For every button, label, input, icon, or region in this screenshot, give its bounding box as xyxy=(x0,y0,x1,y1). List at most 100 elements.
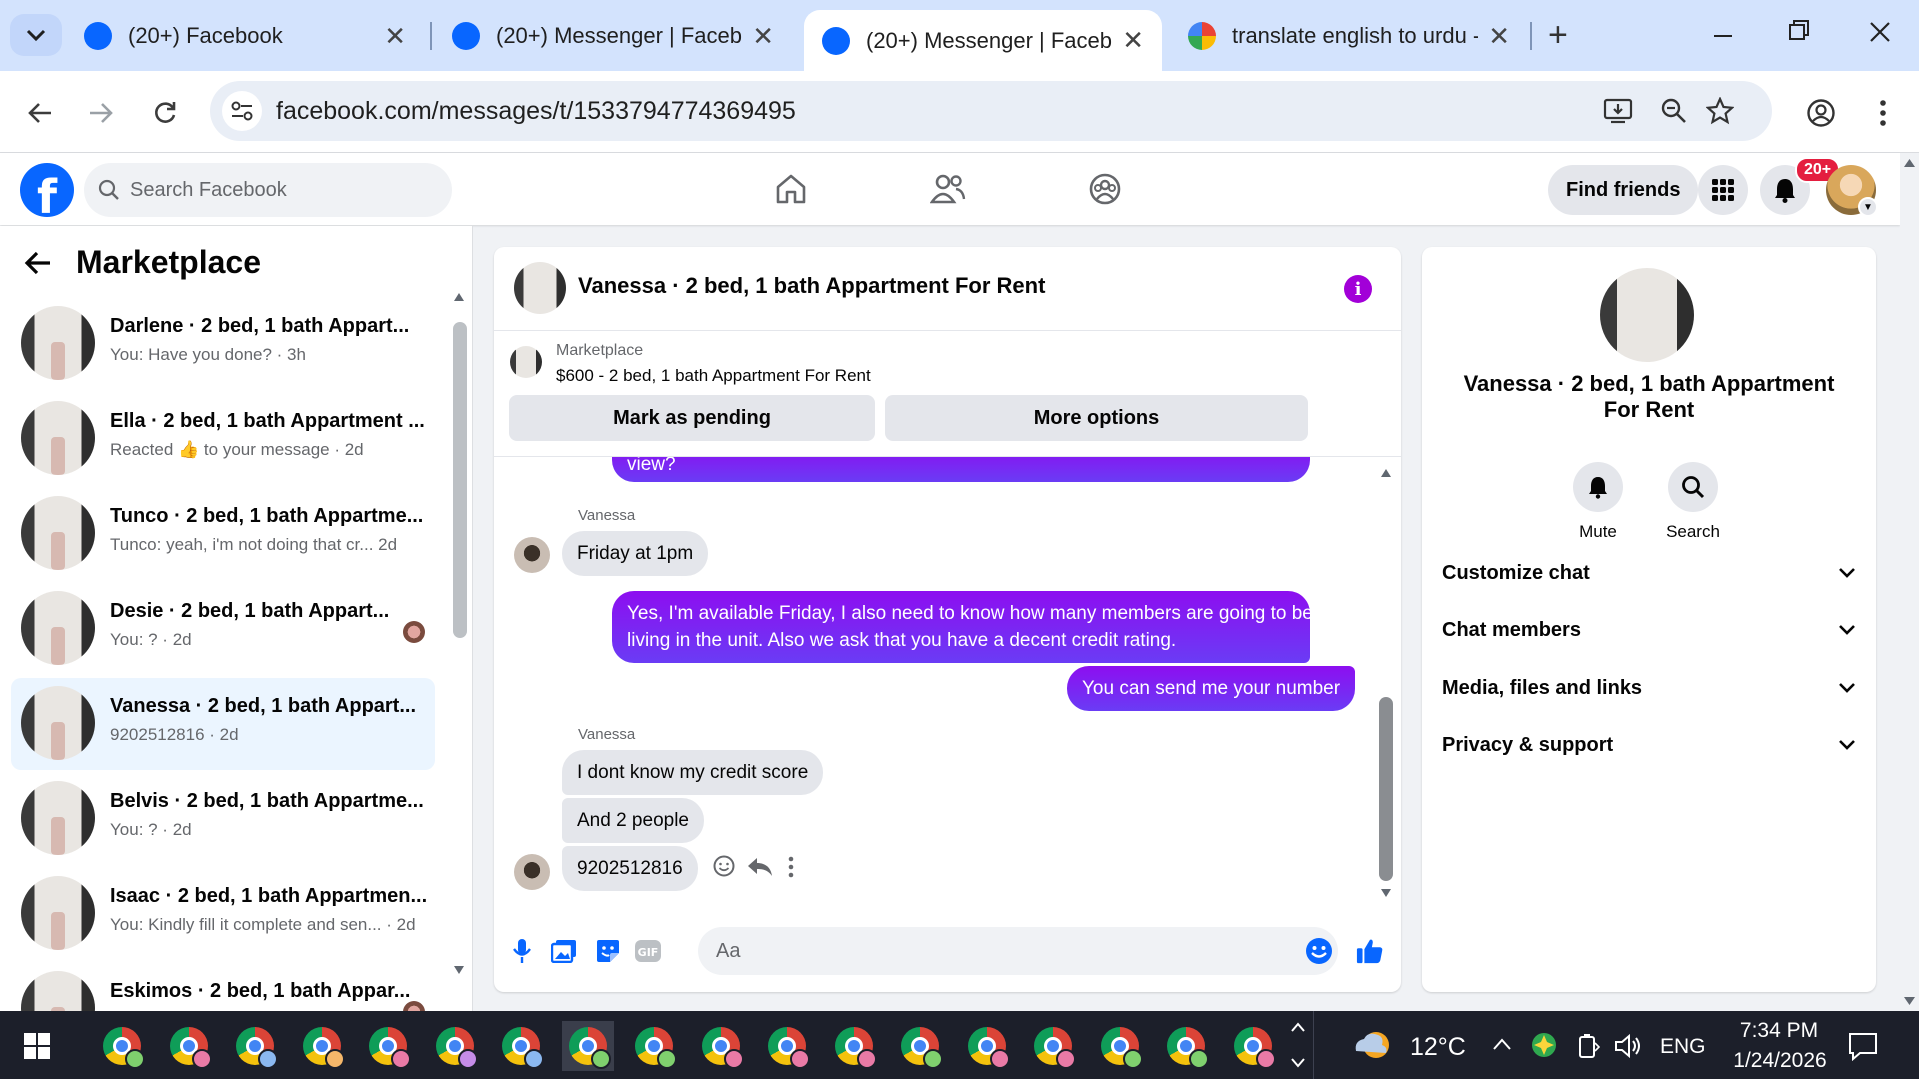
close-icon[interactable]: ✕ xyxy=(384,21,406,52)
browser-tab-messenger-active[interactable]: (20+) Messenger | Faceboo ✕ xyxy=(804,10,1162,71)
sender-avatar[interactable] xyxy=(514,537,550,573)
taskbar-chrome-window[interactable] xyxy=(1027,1021,1079,1071)
minimize-button[interactable] xyxy=(1712,16,1734,53)
taskbar-chrome-window[interactable] xyxy=(96,1021,148,1071)
taskbar-chrome-window[interactable] xyxy=(894,1021,946,1071)
clock-time[interactable]: 7:34 PM xyxy=(1732,1019,1826,1043)
info-icon[interactable]: i xyxy=(1344,275,1372,303)
chat-list-item[interactable]: Tunco · 2 bed, 1 bath Appartme... Tunco: … xyxy=(11,488,435,580)
chat-list-item[interactable]: Desie · 2 bed, 1 bath Appart... You: ? · … xyxy=(11,583,435,675)
profile-button[interactable] xyxy=(1801,93,1841,133)
customize-chat-section[interactable]: Customize chat xyxy=(1442,551,1856,595)
incoming-message[interactable]: 9202512816 xyxy=(562,846,698,891)
incoming-message[interactable]: I dont know my credit score xyxy=(562,750,824,795)
chat-list-item[interactable]: Isaac · 2 bed, 1 bath Appartmen... You: K… xyxy=(11,868,435,960)
close-window-button[interactable] xyxy=(1868,16,1892,53)
chevron-down-icon[interactable]: ▼ xyxy=(1858,197,1878,217)
find-friends-button[interactable]: Find friends xyxy=(1548,165,1699,215)
taskbar-chrome-window[interactable] xyxy=(561,1021,614,1071)
voice-clip-button[interactable] xyxy=(508,937,536,965)
reply-icon[interactable] xyxy=(747,856,773,878)
notification-center-icon[interactable] xyxy=(1848,1031,1878,1061)
restore-button[interactable] xyxy=(1788,16,1810,53)
input-language[interactable]: ENG xyxy=(1660,1035,1706,1059)
attach-photo-button[interactable] xyxy=(550,937,578,965)
search-in-chat-button[interactable]: Search xyxy=(1653,462,1733,542)
tab-search-button[interactable] xyxy=(10,14,62,56)
nav-groups[interactable] xyxy=(1085,169,1125,209)
app-tray-icon[interactable] xyxy=(1530,1031,1558,1059)
menu-button[interactable] xyxy=(1698,165,1748,215)
zoom-button[interactable] xyxy=(1654,91,1694,131)
weather-icon[interactable] xyxy=(1350,1025,1394,1065)
new-tab-button[interactable]: + xyxy=(1548,18,1568,52)
taskbar-chrome-window[interactable] xyxy=(695,1021,747,1071)
sticker-button[interactable] xyxy=(594,937,622,965)
listing-avatar[interactable] xyxy=(1600,268,1694,362)
chat-list-item[interactable]: Eskimos · 2 bed, 1 bath Appar...You: Sca… xyxy=(11,963,435,1011)
taskbar-chrome-window[interactable] xyxy=(1227,1021,1279,1071)
more-options-button[interactable]: More options xyxy=(885,395,1308,441)
taskbar-chrome-window[interactable] xyxy=(1094,1021,1146,1071)
outgoing-message[interactable]: view? xyxy=(612,457,1310,482)
site-info-button[interactable] xyxy=(222,91,262,131)
taskbar-chrome-window[interactable] xyxy=(296,1021,348,1071)
close-icon[interactable]: ✕ xyxy=(1122,25,1144,56)
reload-button[interactable] xyxy=(145,93,185,133)
media-files-links-section[interactable]: Media, files and links xyxy=(1442,666,1856,710)
battery-icon[interactable] xyxy=(1576,1033,1600,1059)
message-input[interactable]: Aa xyxy=(698,927,1338,975)
conversation-title[interactable]: Vanessa · 2 bed, 1 bath Appartment For R… xyxy=(578,273,1045,299)
listing-title[interactable]: $600 - 2 bed, 1 bath Appartment For Rent xyxy=(556,366,871,386)
taskbar-chrome-window[interactable] xyxy=(163,1021,215,1071)
forward-button[interactable] xyxy=(81,93,121,133)
mute-button[interactable]: Mute xyxy=(1558,462,1638,542)
back-button[interactable] xyxy=(20,93,60,133)
chat-list-item[interactable]: Vanessa · 2 bed, 1 bath Appart... 9202512… xyxy=(11,678,435,770)
volume-icon[interactable] xyxy=(1614,1033,1644,1059)
address-bar[interactable]: facebook.com/messages/t/1533794774369495 xyxy=(210,81,1772,141)
temperature[interactable]: 12°C xyxy=(1410,1033,1466,1062)
more-vertical-icon[interactable] xyxy=(787,855,795,879)
incoming-message[interactable]: And 2 people xyxy=(562,798,704,843)
taskbar-chrome-window[interactable] xyxy=(1160,1021,1212,1071)
facebook-logo[interactable]: f xyxy=(20,163,74,217)
taskbar-scroll-arrows[interactable] xyxy=(1290,1019,1306,1071)
mark-as-pending-button[interactable]: Mark as pending xyxy=(509,395,875,441)
react-smile-icon[interactable] xyxy=(712,854,736,878)
listing-thumbnail[interactable] xyxy=(510,346,542,378)
chat-list-scroll-thumb[interactable] xyxy=(453,322,467,638)
nav-friends[interactable] xyxy=(928,169,968,209)
outgoing-message[interactable]: Yes, I'm available Friday, I also need t… xyxy=(612,591,1313,663)
emoji-button[interactable] xyxy=(1305,937,1333,965)
conversation-avatar[interactable] xyxy=(514,262,566,314)
chat-list-item[interactable]: Ella · 2 bed, 1 bath Appartment ... React… xyxy=(11,393,435,485)
taskbar-chrome-window[interactable] xyxy=(761,1021,813,1071)
clock-date[interactable]: 1/24/2026 xyxy=(1718,1049,1842,1073)
close-icon[interactable]: ✕ xyxy=(752,21,774,52)
taskbar-chrome-window[interactable] xyxy=(628,1021,680,1071)
browser-tab-messenger-1[interactable]: (20+) Messenger | Faceboo ✕ xyxy=(434,12,792,60)
taskbar-chrome-window[interactable] xyxy=(229,1021,281,1071)
taskbar-chrome-window[interactable] xyxy=(828,1021,880,1071)
nav-home[interactable] xyxy=(771,169,811,209)
sender-avatar[interactable] xyxy=(514,854,550,890)
chevron-up-icon[interactable] xyxy=(1492,1037,1512,1051)
gif-button[interactable]: GIF xyxy=(634,937,662,965)
taskbar-chrome-window[interactable] xyxy=(961,1021,1013,1071)
page-scrollbar[interactable] xyxy=(1900,153,1919,1011)
chat-list-item[interactable]: Darlene · 2 bed, 1 bath Appart... You: Ha… xyxy=(11,298,435,390)
chat-members-section[interactable]: Chat members xyxy=(1442,608,1856,652)
taskbar-chrome-window[interactable] xyxy=(362,1021,414,1071)
privacy-support-section[interactable]: Privacy & support xyxy=(1442,723,1856,767)
outgoing-message[interactable]: You can send me your number xyxy=(1067,666,1356,711)
close-icon[interactable]: ✕ xyxy=(1488,21,1510,52)
incoming-message[interactable]: Friday at 1pm xyxy=(562,531,709,576)
browser-tab-google-translate[interactable]: translate english to urdu - ✕ xyxy=(1170,12,1528,60)
browser-menu-button[interactable] xyxy=(1863,93,1903,133)
browser-tab-facebook[interactable]: (20+) Facebook ✕ xyxy=(66,12,424,60)
install-app-button[interactable] xyxy=(1598,91,1638,131)
send-like-button[interactable] xyxy=(1356,937,1384,965)
taskbar-chrome-window[interactable] xyxy=(429,1021,481,1071)
message-scroll-thumb[interactable] xyxy=(1379,697,1393,881)
